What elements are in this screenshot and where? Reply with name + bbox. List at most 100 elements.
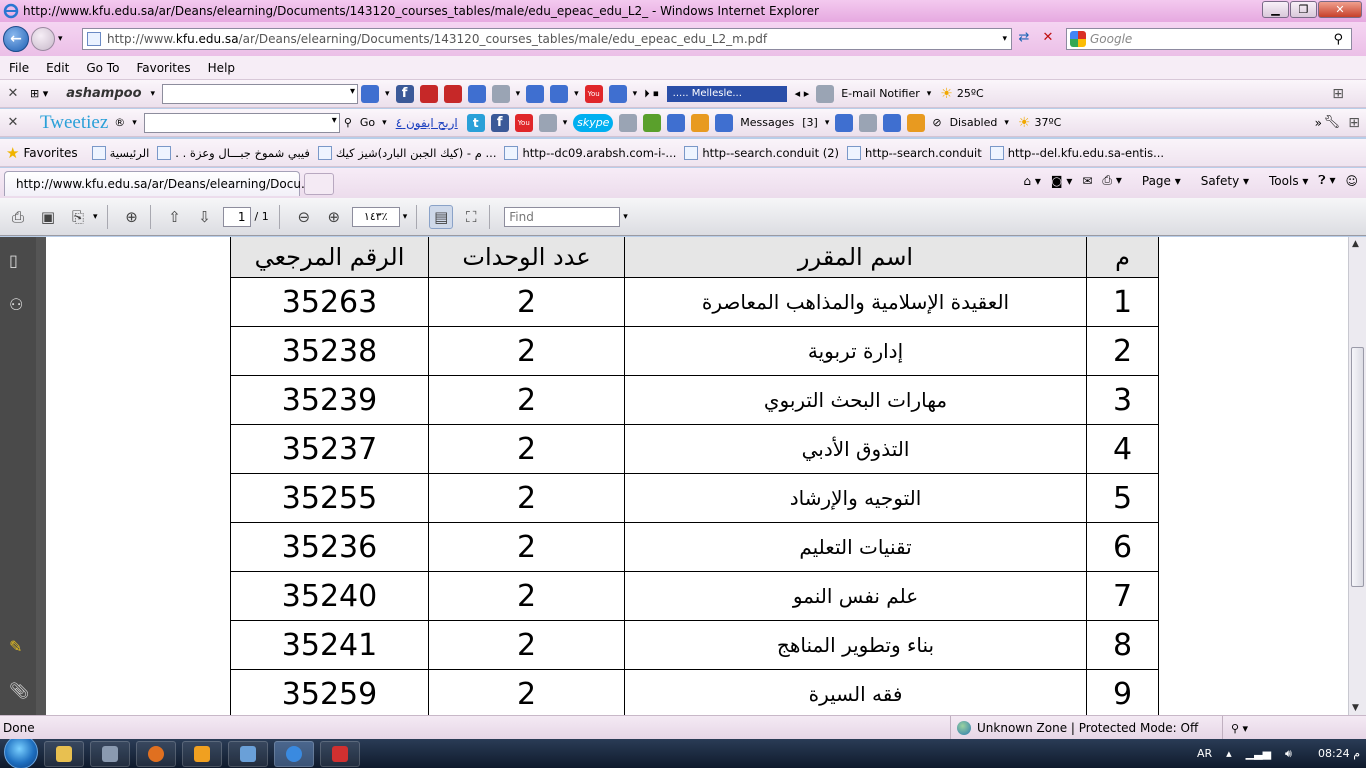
stop-button[interactable]: ✕ bbox=[1038, 30, 1058, 48]
scroll-up-icon[interactable]: ▲ bbox=[1352, 239, 1359, 249]
toolbar2-search-input[interactable] bbox=[143, 112, 340, 133]
history-dropdown[interactable]: ▾ bbox=[58, 34, 63, 44]
binoculars-icon[interactable]: ⚇ bbox=[9, 295, 27, 315]
taskbar-media[interactable] bbox=[182, 740, 222, 767]
map-icon[interactable] bbox=[643, 113, 662, 132]
feeds-icon[interactable]: ◙ ▾ bbox=[1051, 174, 1072, 188]
toolbar-options-icon[interactable]: ⊞ ▾ bbox=[30, 87, 48, 100]
favorite-item[interactable]: http--del.kfu.edu.sa-entis... bbox=[989, 145, 1164, 160]
prev-page-button[interactable]: ⇧ bbox=[163, 205, 187, 229]
new-dropdown[interactable]: ▾ bbox=[574, 89, 579, 99]
edit-icon[interactable] bbox=[467, 84, 486, 103]
research-icon[interactable]: ☺ bbox=[1345, 174, 1358, 188]
toolbar-search-input[interactable] bbox=[162, 83, 359, 104]
security-zone[interactable]: Unknown Zone | Protected Mode: Off bbox=[950, 716, 1198, 739]
pdf-collab-button[interactable]: ⊕ bbox=[120, 205, 144, 229]
next-page-button[interactable]: ⇩ bbox=[193, 205, 217, 229]
scroll-down-icon[interactable]: ▼ bbox=[1352, 703, 1359, 713]
toolbar-add-icon[interactable]: ⊞ bbox=[1332, 86, 1344, 102]
page-menu[interactable]: Page ▾ bbox=[1132, 174, 1181, 188]
go-icon[interactable] bbox=[361, 84, 380, 103]
menu-help[interactable]: Help bbox=[199, 61, 243, 75]
media-icon[interactable] bbox=[443, 84, 462, 103]
mail2-icon[interactable] bbox=[538, 113, 557, 132]
scroll-thumb[interactable] bbox=[1351, 347, 1364, 587]
facebook2-icon[interactable]: f bbox=[490, 113, 509, 132]
page-number-input[interactable]: 1 bbox=[222, 206, 251, 227]
chat-dropdown[interactable]: ▾ bbox=[633, 89, 638, 99]
taskbar-upload[interactable] bbox=[320, 740, 360, 767]
favorite-item[interactable]: http--dc09.arabsh.com-i-... bbox=[504, 145, 676, 160]
tweetiez-dropdown[interactable]: ▾ bbox=[132, 118, 137, 128]
menu-goto[interactable]: Go To bbox=[77, 61, 127, 75]
messages-dropdown[interactable]: ▾ bbox=[825, 118, 830, 128]
zoom-dropdown[interactable]: ▾ bbox=[403, 212, 408, 222]
new-icon[interactable] bbox=[550, 84, 569, 103]
twitter-icon[interactable]: t bbox=[466, 113, 485, 132]
chat-icon[interactable] bbox=[608, 84, 627, 103]
comments-icon[interactable]: ✎ bbox=[9, 637, 27, 657]
taskbar-explorer[interactable] bbox=[44, 740, 84, 767]
translate-icon[interactable] bbox=[835, 113, 854, 132]
address-dropdown[interactable]: ▾ bbox=[1002, 34, 1007, 44]
home-icon[interactable]: ⌂ ▾ bbox=[1023, 174, 1040, 188]
favorite-item[interactable]: م - (كيك الجبن البارد)شيز كيك ... bbox=[317, 145, 496, 160]
share-dropdown[interactable]: ▾ bbox=[93, 212, 98, 222]
photo-icon[interactable] bbox=[859, 113, 878, 132]
toolbar2-close-icon[interactable]: ✕ bbox=[0, 115, 26, 130]
tools-dropdown[interactable]: ▾ bbox=[516, 89, 521, 99]
clock-icon[interactable] bbox=[667, 113, 686, 132]
address-bar[interactable]: http://www.kfu.edu.sa/ar/Deans/elearning… bbox=[82, 28, 1012, 50]
popup-blocker[interactable]: Disabled bbox=[950, 116, 998, 129]
search-input[interactable]: Google bbox=[1090, 32, 1132, 46]
back-button[interactable]: ← bbox=[3, 26, 29, 52]
win-iphone-link[interactable]: اربح ايفون ٤ bbox=[396, 116, 458, 130]
favorites-button[interactable]: Favorites bbox=[23, 146, 77, 160]
messages-label[interactable]: Messages bbox=[740, 116, 794, 129]
radio-station-select[interactable]: ..... Mellesle... bbox=[666, 85, 787, 102]
refresh-button[interactable]: ⇄ bbox=[1014, 30, 1034, 48]
clock[interactable]: 08:24 م bbox=[1318, 747, 1360, 760]
close-button[interactable]: ✕ bbox=[1318, 1, 1362, 18]
status-zoom-button[interactable]: ⚲ ▾ bbox=[1222, 716, 1248, 739]
zoom-in-button[interactable]: ⊕ bbox=[322, 205, 346, 229]
calculator-icon[interactable] bbox=[691, 113, 710, 132]
toolbar2-search-icon[interactable]: ⚲ bbox=[344, 116, 352, 129]
weather2-temp[interactable]: 37ºC bbox=[1034, 116, 1061, 129]
taskbar-firefox[interactable] bbox=[136, 740, 176, 767]
tab-current[interactable]: http://www.kfu.edu.sa/ar/Deans/elearning… bbox=[4, 171, 312, 196]
maximize-button[interactable]: ❐ bbox=[1290, 1, 1317, 18]
tools-menu[interactable]: Tools ▾ bbox=[1259, 174, 1308, 188]
wrench-icon[interactable]: 🔧︎ bbox=[1323, 115, 1340, 130]
pdf-save-button[interactable]: ▣ bbox=[36, 205, 60, 229]
vertical-scrollbar[interactable]: ▲ ▼ bbox=[1348, 237, 1366, 715]
upload-icon[interactable] bbox=[526, 84, 545, 103]
signal-icon[interactable]: ▁▃▅ bbox=[1246, 747, 1271, 760]
pages-icon[interactable]: ▯ bbox=[9, 251, 27, 271]
toolbar2-add-icon[interactable]: ⊞ bbox=[1348, 115, 1360, 131]
play-icon[interactable]: ⏵ ⏹ bbox=[644, 87, 659, 101]
ashampoo-dropdown[interactable]: ▾ bbox=[151, 89, 156, 99]
robot-icon[interactable] bbox=[619, 113, 638, 132]
apps-icon[interactable] bbox=[907, 113, 926, 132]
taskbar-ie[interactable] bbox=[274, 740, 314, 767]
read-mail-icon[interactable]: ✉ bbox=[1082, 174, 1092, 188]
minimize-button[interactable]: ▁ bbox=[1262, 1, 1289, 18]
skype-icon[interactable]: skype bbox=[573, 113, 614, 132]
pdf-share-button[interactable]: ⎘ bbox=[66, 205, 90, 229]
pdf-print-button[interactable]: ⎙ bbox=[6, 205, 30, 229]
mail2-dropdown[interactable]: ▾ bbox=[563, 118, 568, 128]
start-button[interactable] bbox=[4, 739, 38, 768]
menu-edit[interactable]: Edit bbox=[37, 61, 77, 75]
camera-icon[interactable] bbox=[419, 84, 438, 103]
volume-tray-icon[interactable]: 🔊︎ bbox=[1285, 747, 1292, 761]
fit-page-button[interactable]: ⛶ bbox=[459, 205, 483, 229]
new-tab-button[interactable] bbox=[304, 173, 334, 195]
tools-icon[interactable] bbox=[491, 84, 510, 103]
go2-dropdown[interactable]: ▾ bbox=[382, 118, 387, 128]
go-dropdown[interactable]: ▾ bbox=[385, 89, 390, 99]
zoom-out-button[interactable]: ⊖ bbox=[292, 205, 316, 229]
youtube2-icon[interactable]: You bbox=[514, 113, 533, 132]
volume-icon[interactable]: ◂ ▸ bbox=[795, 87, 810, 100]
favorite-item[interactable]: http--search.conduit (2) bbox=[684, 145, 839, 160]
